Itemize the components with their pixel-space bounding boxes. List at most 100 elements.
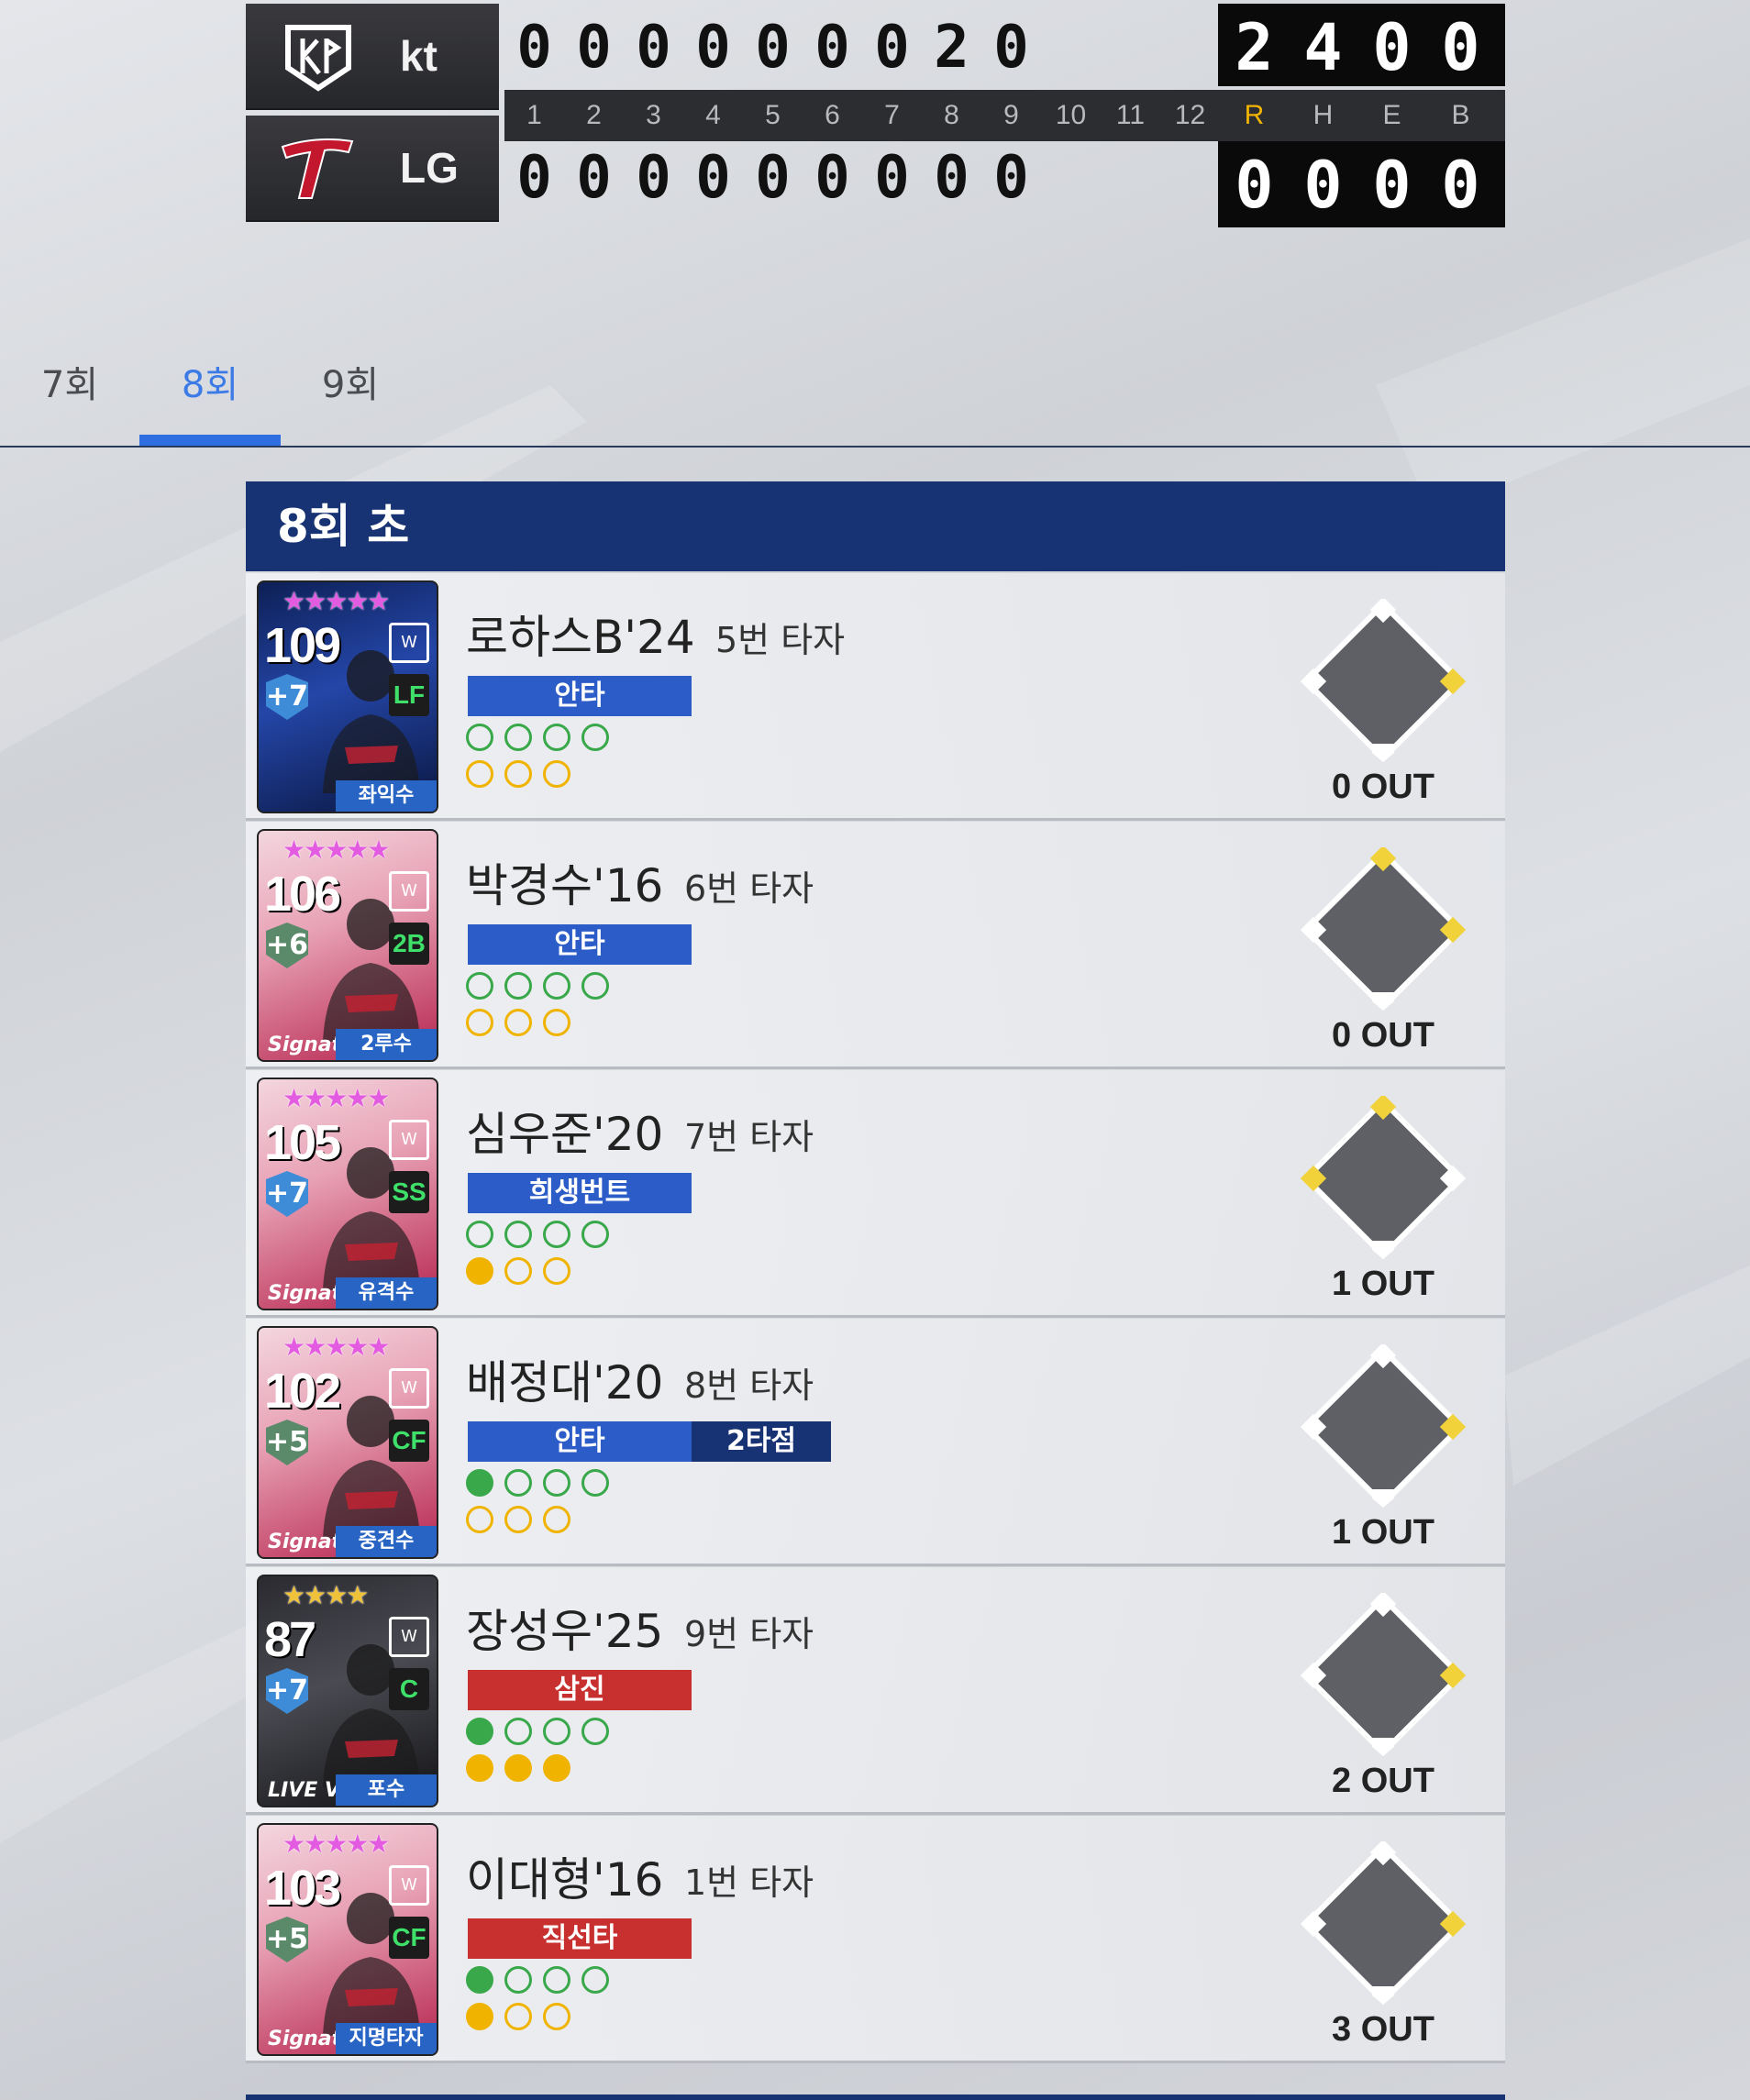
player-card[interactable]: ★★★★ 87 W +7 C LIVE V3 포수 <box>257 1575 438 1807</box>
at-bat-result: 직선타 <box>468 1918 692 1959</box>
player-card[interactable]: ★★★★★ 103 W +5 CF Signature 지명타자 <box>257 1823 438 2056</box>
base-runner-diamond <box>1301 1593 1466 1757</box>
inning-score: 0 <box>636 14 671 82</box>
inning-score: 0 <box>576 144 612 212</box>
ball-count-dot <box>504 1718 532 1745</box>
errors-label: E <box>1382 100 1401 130</box>
out-count: 2 OUT <box>1332 1762 1434 1800</box>
batter-name: 이대형'16 <box>466 1853 664 1907</box>
panel-bottom-edge <box>246 2094 1505 2100</box>
runs-label: R <box>1244 100 1265 130</box>
card-overall-rating: 106 <box>264 867 341 922</box>
strike-count <box>466 2003 570 2030</box>
player-card[interactable]: ★★★★★ 106 W +6 2B Signature 2루수 <box>257 829 438 1062</box>
inning-label: 8 <box>944 100 959 130</box>
ball-count-dot <box>504 724 532 751</box>
card-enhance-level: +7 <box>266 674 308 720</box>
strike-count-dot <box>466 1257 493 1285</box>
inning-label: 2 <box>586 100 602 130</box>
plate-appearance-row[interactable]: ★★★★ 87 W +7 C LIVE V3 포수 장성우'25 9번 타자 삼… <box>246 1567 1505 1815</box>
base-runner-diamond <box>1301 1344 1466 1509</box>
inning-score: 0 <box>814 144 850 212</box>
plate-appearance-row[interactable]: ★★★★★ 103 W +5 CF Signature 지명타자 이대형'16 … <box>246 1816 1505 2063</box>
card-position-name: 2루수 <box>336 1029 437 1060</box>
card-position: LF <box>389 674 429 716</box>
home-totals: 0 0 0 0 <box>1218 141 1505 227</box>
active-tab-indicator <box>139 435 281 446</box>
strike-count-dot <box>543 1506 570 1533</box>
lg-twins-logo-icon <box>281 138 354 199</box>
away-totals: 2 4 0 0 <box>1218 4 1505 86</box>
card-enhance-level: +5 <box>266 1917 308 1962</box>
away-team-name: kt <box>400 32 438 80</box>
tab-inning-8[interactable]: 8회 <box>139 358 281 446</box>
card-team-logo-icon: W <box>389 871 429 912</box>
inning-score: 0 <box>993 14 1029 82</box>
inning-score: 0 <box>516 144 552 212</box>
inning-label: 1 <box>526 100 542 130</box>
batting-order: 7번 타자 <box>684 1117 814 1157</box>
player-card[interactable]: ★★★★★ 109 W +7 LF 좌익수 <box>257 580 438 813</box>
tab-inning-9[interactable]: 9회 <box>317 358 383 446</box>
batter-name: 로하스B'24 <box>466 611 695 664</box>
strike-count-dot <box>543 1754 570 1782</box>
inning-label: 6 <box>825 100 840 130</box>
strike-count <box>466 1506 570 1533</box>
ball-count <box>466 724 609 751</box>
card-position: CF <box>389 1420 429 1462</box>
strike-count-dot <box>466 1754 493 1782</box>
home-plate <box>1372 744 1394 762</box>
player-card[interactable]: ★★★★★ 105 W +7 SS Signature 유격수 <box>257 1078 438 1310</box>
inning-label: 7 <box>884 100 900 130</box>
strike-count <box>466 1754 570 1782</box>
plate-appearance-row[interactable]: ★★★★★ 109 W +7 LF 좌익수 로하스B'24 5번 타자 안타 0 <box>246 573 1505 821</box>
at-bat-result: 안타 <box>468 924 692 965</box>
home-hits: 0 <box>1303 148 1343 223</box>
base-runner-diamond <box>1301 847 1466 1011</box>
card-overall-rating: 87 <box>264 1612 316 1667</box>
ball-count-dot <box>504 972 532 1000</box>
away-errors: 0 <box>1372 10 1412 85</box>
walks-label: B <box>1451 100 1470 130</box>
out-count: 1 OUT <box>1332 1513 1434 1552</box>
card-team-logo-icon: W <box>389 1368 429 1409</box>
plate-appearance-row[interactable]: ★★★★★ 102 W +5 CF Signature 중견수 배정대'20 8… <box>246 1319 1505 1566</box>
player-card[interactable]: ★★★★★ 102 W +5 CF Signature 중견수 <box>257 1326 438 1559</box>
base-runner-diamond <box>1301 599 1466 763</box>
plate-appearance-row[interactable]: ★★★★★ 106 W +6 2B Signature 2루수 박경수'16 6… <box>246 822 1505 1069</box>
card-team-logo-icon: W <box>389 1617 429 1657</box>
inning-score: 0 <box>695 144 731 212</box>
card-enhance-level: +7 <box>266 1668 308 1714</box>
ball-count-dot <box>581 1718 609 1745</box>
batter-name: 장성우'25 <box>466 1605 664 1658</box>
ball-count-dot <box>581 1966 609 1994</box>
strike-count-dot <box>504 1257 532 1285</box>
card-stars: ★★★★★ <box>282 1083 391 1113</box>
tab-inning-7[interactable]: 7회 <box>40 358 99 446</box>
inning-score: 0 <box>993 144 1029 212</box>
ball-count-dot <box>504 1966 532 1994</box>
inning-score: 0 <box>934 144 969 212</box>
plate-appearance-row[interactable]: ★★★★★ 105 W +7 SS Signature 유격수 심우준'20 7… <box>246 1070 1505 1318</box>
home-plate <box>1372 992 1394 1011</box>
strike-count-dot <box>543 1257 570 1285</box>
at-bat-result: 삼진 <box>468 1670 692 1710</box>
card-position-name: 중견수 <box>336 1526 437 1557</box>
rbi-badge: 2타점 <box>692 1421 831 1462</box>
at-bat-result: 안타 <box>468 1421 692 1462</box>
ball-count <box>466 1469 609 1497</box>
away-hits: 4 <box>1303 10 1343 85</box>
home-errors: 0 <box>1372 148 1412 223</box>
inning-score: 0 <box>636 144 671 212</box>
ball-count-dot <box>504 1469 532 1497</box>
inning-score: 0 <box>874 144 910 212</box>
card-enhance-level: +6 <box>266 923 308 968</box>
inning-tabs: 7회 8회 9회 <box>0 330 1750 448</box>
inning-score: 0 <box>874 14 910 82</box>
batter-name: 배정대'20 <box>466 1356 664 1409</box>
inning-number-bar: 1 2 3 4 5 6 7 8 9 10 11 12 R H E B <box>504 90 1505 141</box>
card-overall-rating: 105 <box>264 1115 341 1170</box>
home-inning-scores: 0 0 0 0 0 0 0 0 0 <box>504 141 1041 229</box>
batting-order: 5번 타자 <box>715 620 846 660</box>
card-team-logo-icon: W <box>389 1865 429 1906</box>
